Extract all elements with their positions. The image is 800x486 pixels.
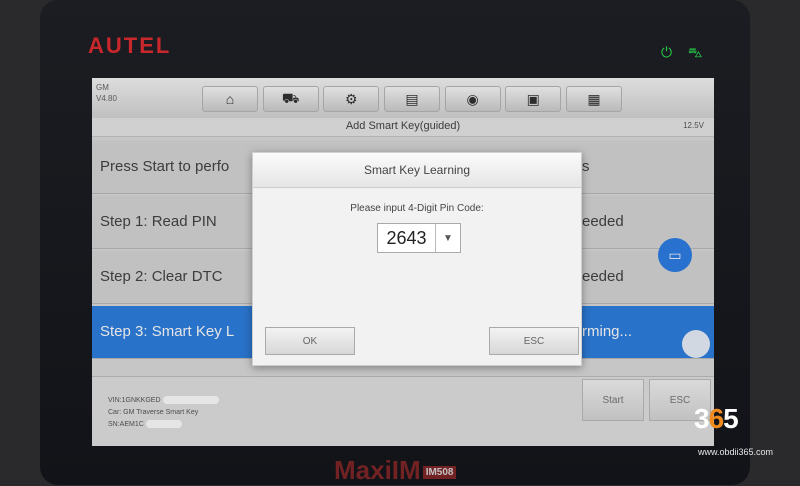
brand-logo: AUTEL	[88, 33, 172, 58]
dialog-esc-button[interactable]: ESC	[489, 327, 579, 355]
pin-prompt: Please input 4-Digit Pin Code:	[350, 203, 484, 214]
ok-button[interactable]: OK	[265, 327, 355, 355]
screen: GM V4.80 ⌂ ⛟ ⚙ ▤ ◉ ▣ ▦ Add Smart Key(gui…	[92, 78, 714, 446]
smart-key-learning-dialog: Smart Key Learning Please input 4-Digit …	[252, 152, 582, 366]
model-logo: MaxiIM IM508	[334, 455, 457, 486]
watermark-url: www.obdii365.com	[698, 447, 774, 457]
power-icon: ⏻	[661, 44, 673, 60]
pin-code-value: 2643	[386, 227, 427, 248]
chevron-down-icon[interactable]: ▼	[435, 224, 460, 252]
watermark-logo: 365	[694, 403, 739, 434]
car-icon: ⛍	[688, 44, 703, 60]
dialog-title: Smart Key Learning	[253, 153, 581, 188]
pin-code-select[interactable]: 2643 ▼	[377, 223, 461, 253]
